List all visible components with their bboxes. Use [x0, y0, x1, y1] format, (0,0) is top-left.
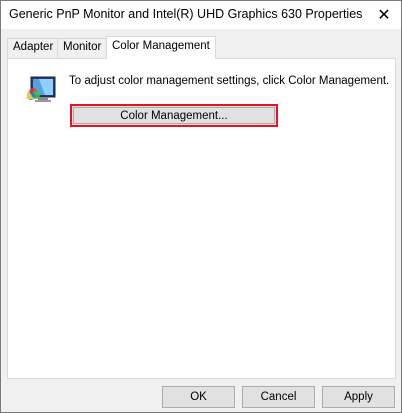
- description-text: To adjust color management settings, cli…: [69, 75, 390, 87]
- tab-panel-color-management: To adjust color management settings, cli…: [7, 58, 396, 379]
- color-management-button-label: Color Management...: [120, 109, 228, 122]
- tab-strip: Adapter Monitor Color Management: [7, 36, 397, 59]
- properties-dialog: Generic PnP Monitor and Intel(R) UHD Gra…: [0, 0, 402, 413]
- cancel-button[interactable]: Cancel: [242, 386, 315, 408]
- close-icon: ✕: [377, 7, 391, 24]
- apply-button[interactable]: Apply: [322, 386, 395, 408]
- close-button[interactable]: ✕: [367, 1, 401, 29]
- window-title: Generic PnP Monitor and Intel(R) UHD Gra…: [9, 7, 363, 21]
- color-monitor-icon: [26, 76, 56, 102]
- ok-button[interactable]: OK: [162, 386, 235, 408]
- tab-monitor[interactable]: Monitor: [57, 38, 108, 58]
- tab-adapter[interactable]: Adapter: [7, 38, 60, 58]
- title-bar: Generic PnP Monitor and Intel(R) UHD Gra…: [1, 1, 401, 29]
- color-management-button[interactable]: Color Management...: [70, 104, 278, 127]
- tab-color-management[interactable]: Color Management: [106, 36, 216, 59]
